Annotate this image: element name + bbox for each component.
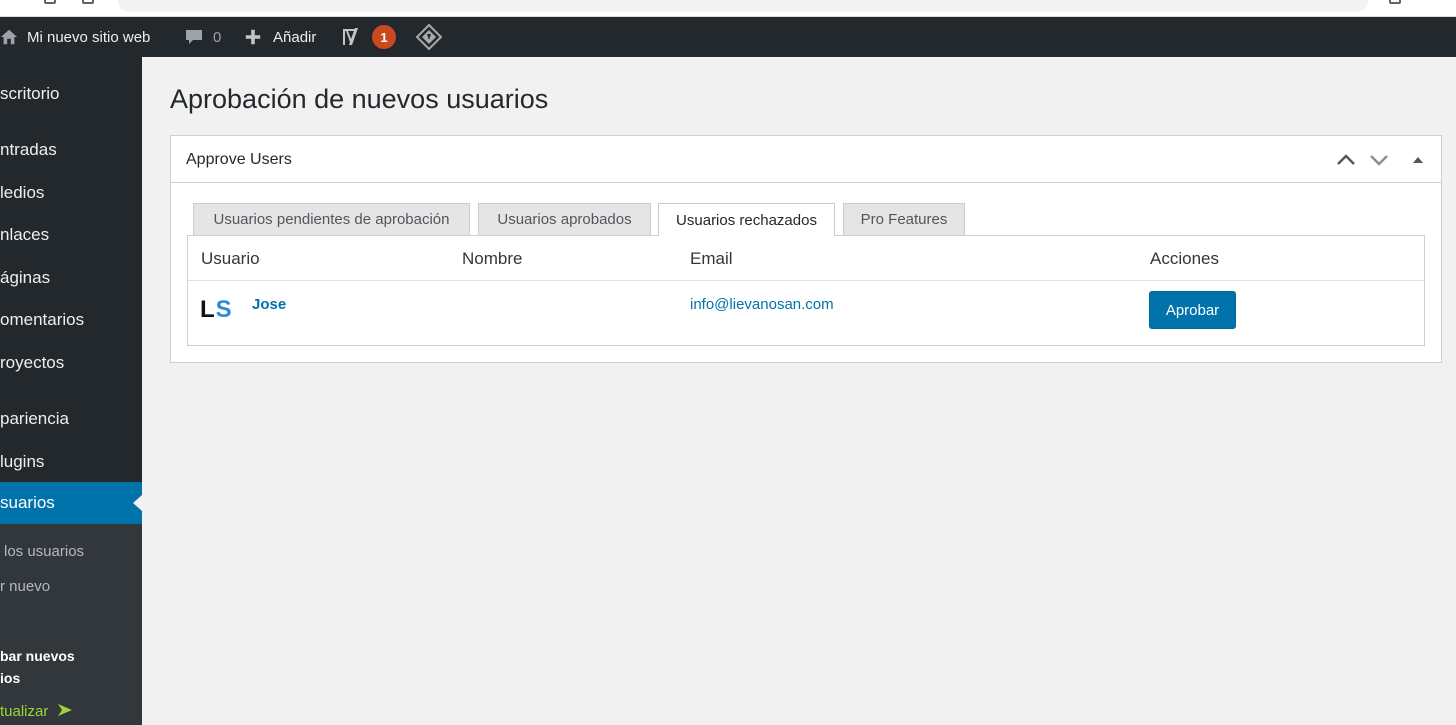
chevron-up-icon [1337, 154, 1355, 165]
move-up-button[interactable] [1335, 149, 1357, 171]
sidebar-item-pages[interactable]: áginas [0, 268, 142, 288]
submenu-all-users[interactable]: los usuarios [4, 543, 84, 560]
browser-chrome [0, 0, 1456, 17]
arrow-right-icon [57, 704, 72, 716]
submenu-update[interactable]: tualizar [0, 703, 73, 720]
comments-menu[interactable]: 0 [184, 17, 221, 57]
tab-pending-users[interactable]: Usuarios pendientes de aprobación [193, 203, 470, 235]
sidebar-item-label: royectos [0, 353, 65, 372]
page-title: Aprobación de nuevos usuarios [170, 84, 549, 114]
yoast-menu[interactable]: 1 [340, 17, 396, 57]
sidebar-item-label: suarios [0, 493, 55, 512]
reload-icon[interactable] [44, 0, 56, 4]
avatar-letter-l: L [200, 296, 216, 323]
comment-bubble-icon [186, 30, 202, 44]
plus-icon [245, 29, 261, 45]
admin-sidebar: scritorio ntradas ledios nlaces áginas o… [0, 57, 142, 725]
column-header-email[interactable]: Email [690, 249, 733, 269]
diamond-icon [416, 24, 442, 50]
users-table: Usuario Nombre Email Acciones LS Jose in… [187, 235, 1425, 346]
users-submenu: los usuarios r nuevo bar nuevos ios tual… [0, 524, 142, 725]
postbox-header: Approve Users [171, 136, 1441, 183]
new-content-menu[interactable]: Añadir [244, 17, 316, 57]
sidebar-item-dashboard[interactable]: scritorio [0, 84, 142, 104]
plugin-diamond-menu[interactable] [416, 17, 442, 57]
avatar-letter-s: S [215, 296, 233, 323]
sidebar-item-links[interactable]: nlaces [0, 225, 142, 245]
toggle-panel-button[interactable] [1407, 149, 1429, 171]
approve-users-postbox: Approve Users Usuarios pendientes de apr… [170, 135, 1442, 363]
tab-approved-users[interactable]: Usuarios aprobados [478, 203, 651, 235]
sidebar-item-media[interactable]: ledios [0, 183, 142, 203]
user-email-link[interactable]: info@lievanosan.com [690, 296, 834, 313]
approve-button[interactable]: Aprobar [1149, 291, 1236, 329]
sidebar-item-label: nlaces [0, 225, 50, 244]
yoast-notification-badge: 1 [372, 25, 396, 49]
submenu-approve-users-line2[interactable]: ios [0, 670, 20, 686]
sidebar-item-projects[interactable]: royectos [0, 353, 142, 373]
column-header-user[interactable]: Usuario [201, 249, 260, 269]
column-header-name[interactable]: Nombre [462, 249, 522, 269]
triangle-up-icon [1413, 157, 1423, 163]
sidebar-item-posts[interactable]: ntradas [0, 140, 142, 160]
tab-rejected-users[interactable]: Usuarios rechazados [658, 203, 835, 236]
username-link[interactable]: Jose [252, 296, 286, 313]
table-header: Usuario Nombre Email Acciones [188, 236, 1424, 281]
sidebar-item-label: ledios [0, 183, 45, 202]
sidebar-item-plugins[interactable]: lugins [0, 452, 142, 472]
sidebar-item-appearance[interactable]: pariencia [0, 409, 142, 429]
home-icon[interactable] [82, 0, 94, 4]
current-menu-arrow [133, 495, 142, 511]
submenu-update-label: tualizar [0, 703, 49, 720]
sidebar-item-label: ntradas [0, 140, 57, 159]
sidebar-item-comments[interactable]: omentarios [0, 310, 142, 330]
sidebar-item-label: lugins [0, 452, 45, 471]
sidebar-item-label: áginas [0, 268, 51, 287]
address-bar[interactable] [118, 0, 1368, 12]
submenu-add-new[interactable]: r nuevo [0, 578, 50, 595]
chevron-down-icon [1370, 155, 1388, 166]
sidebar-item-label: scritorio [0, 84, 60, 103]
move-down-button[interactable] [1368, 149, 1390, 171]
add-new-label: Añadir [273, 28, 317, 46]
sidebar-item-label: pariencia [0, 409, 69, 428]
tab-search-icon[interactable] [1389, 0, 1401, 4]
comments-count: 0 [213, 28, 222, 46]
postbox-title: Approve Users [186, 151, 292, 168]
sidebar-item-users[interactable]: suarios [0, 482, 142, 524]
sidebar-item-label: omentarios [0, 310, 85, 329]
admin-bar: Mi nuevo sitio web 0 Añadir 1 [0, 17, 1456, 57]
yoast-icon [343, 28, 358, 45]
home-icon [0, 29, 18, 45]
column-header-actions: Acciones [1150, 249, 1219, 268]
site-name: Mi nuevo sitio web [27, 28, 151, 46]
site-name-menu[interactable]: Mi nuevo sitio web [0, 17, 150, 57]
tab-pro-features[interactable]: Pro Features [843, 203, 965, 235]
avatar: LS [200, 298, 240, 322]
submenu-approve-users-line1[interactable]: bar nuevos [0, 648, 75, 664]
